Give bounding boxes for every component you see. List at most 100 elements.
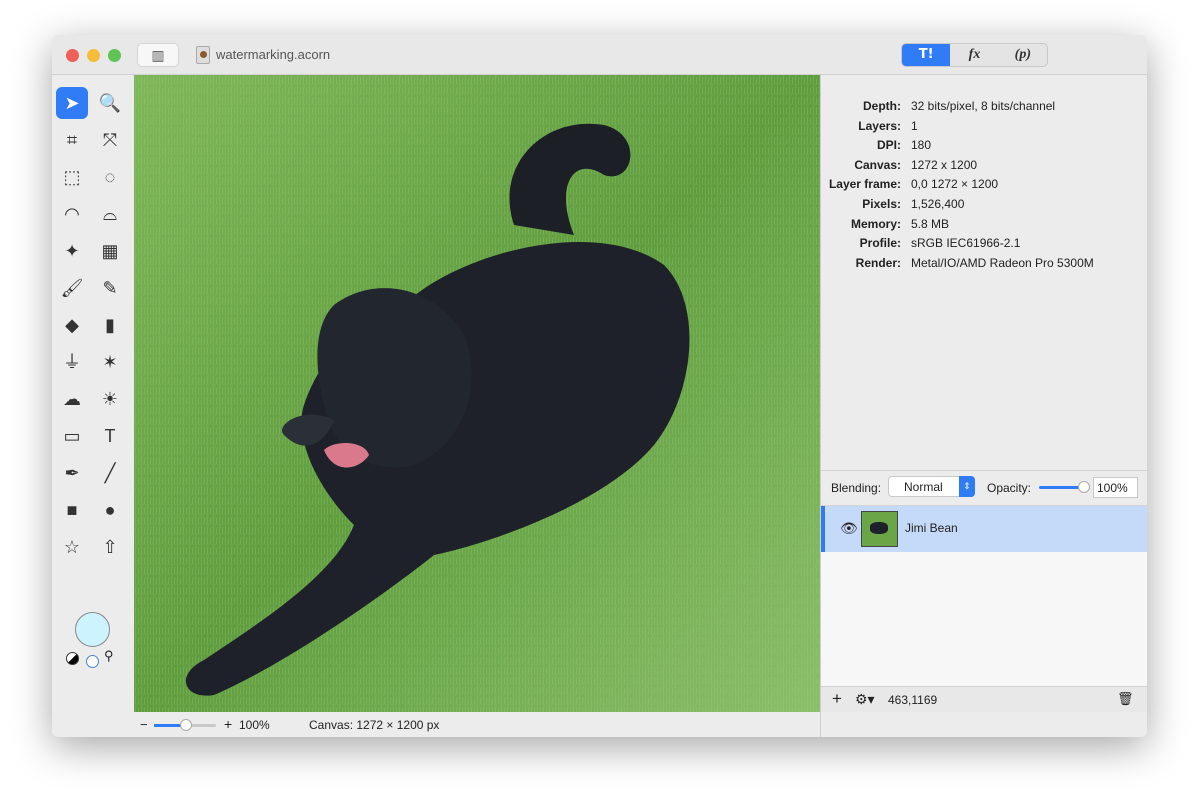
info-row: Profile: sRGB IEC61966-2.1 (821, 234, 1147, 254)
zoom-in-button[interactable]: + (224, 716, 232, 732)
pen-icon: ✒ (64, 463, 80, 483)
smudge-tool[interactable]: ✶ (94, 346, 126, 378)
brightness-tool[interactable]: ☀ (94, 383, 126, 415)
background-color-well[interactable] (86, 655, 99, 668)
info-row: Canvas: 1272 x 1200 (821, 156, 1147, 176)
info-key: Render: (855, 255, 901, 270)
info-value: 32 bits/pixel, 8 bits/channel (911, 99, 1056, 113)
blending-value: Normal (904, 480, 943, 494)
arrow-icon: ⇧ (102, 537, 118, 557)
cloud-tool[interactable]: ☁ (56, 383, 88, 415)
layer-row[interactable]: 👁 Jimi Bean (821, 506, 1147, 552)
info-value: Metal/IO/AMD Radeon Pro 5300M (911, 255, 1094, 270)
close-button[interactable] (66, 49, 79, 62)
pen-tool[interactable]: ✒ (56, 457, 88, 489)
eraser-tool[interactable]: ▮ (94, 309, 126, 341)
sidebar-toggle-button[interactable]: ▥ (137, 43, 179, 67)
opacity-slider-knob[interactable] (1078, 481, 1090, 493)
gradient-tool[interactable]: ▭ (56, 420, 88, 452)
line-tool[interactable]: ╱ (94, 457, 126, 489)
zoom-slider-knob[interactable] (180, 719, 192, 731)
trash-icon[interactable]: 🗑 (1117, 691, 1134, 707)
info-key: Depth: (863, 99, 901, 113)
status-bar: − + 100% Canvas: 1272 × 1200 px (134, 712, 820, 737)
zoom-button[interactable] (108, 49, 121, 62)
transform-tool[interactable]: ⤧ (94, 124, 126, 156)
pencil-tool[interactable]: ✎ (94, 272, 126, 304)
info-row: Layers: 1 (821, 117, 1147, 137)
document-icon (196, 46, 210, 64)
tab-properties[interactable]: (p) (999, 44, 1047, 66)
instant-alpha-tool[interactable]: ▦ (94, 235, 126, 267)
select-arrow-icon: ➤ (64, 93, 80, 113)
rectangle-tool[interactable]: ■ (56, 494, 88, 526)
star-tool[interactable]: ☆ (56, 531, 88, 563)
line-icon: ╱ (104, 463, 116, 483)
rectangle-icon: ■ (66, 500, 78, 520)
paint-bucket-tool[interactable]: ◆ (56, 309, 88, 341)
magic-wand-icon: ✦ (64, 241, 80, 261)
transform-icon: ⤧ (102, 130, 118, 150)
crop-tool[interactable]: ⌗ (56, 124, 88, 156)
eraser-icon: ▮ (105, 315, 115, 335)
image-canvas[interactable] (134, 75, 820, 712)
inspector-tabs: T! fx (p) (901, 43, 1048, 67)
polygon-lasso-tool[interactable]: ⌓ (94, 198, 126, 230)
info-row: Render: Metal/IO/AMD Radeon Pro 5300M (821, 254, 1147, 274)
gear-menu-icon[interactable]: ⚙▾ (855, 691, 875, 708)
sidebar-icon: ▥ (151, 47, 165, 63)
cloud-icon: ☁ (63, 389, 81, 409)
blending-select[interactable]: Normal ⇕ (888, 476, 975, 497)
text-icon: T (104, 426, 116, 446)
tab-fx[interactable]: fx (950, 44, 998, 66)
gradient-icon: ▭ (63, 426, 81, 446)
lasso-tool[interactable]: ◠ (56, 198, 88, 230)
info-key: Profile: (859, 236, 901, 251)
tab-tools[interactable]: T! (902, 44, 951, 66)
layers-list: 👁 Jimi Bean (821, 506, 1147, 686)
layer-name: Jimi Bean (905, 521, 958, 535)
window-title: watermarking.acorn (216, 47, 331, 62)
opacity-field[interactable]: 100% (1093, 477, 1138, 498)
eye-icon[interactable]: 👁 (840, 520, 858, 537)
text-tool[interactable]: T (94, 420, 126, 452)
brightness-icon: ☀ (101, 389, 119, 409)
info-row: Layer frame: 0,0 1272 × 1200 (821, 175, 1147, 195)
brush-icon: 🖌 (60, 278, 84, 298)
crop-icon: ⌗ (66, 130, 78, 150)
swap-colors-icon[interactable] (66, 652, 79, 665)
opacity-label: Opacity: (987, 481, 1032, 495)
info-row: Pixels: 1,526,400 (821, 195, 1147, 215)
color-picker-icon[interactable]: ⚲ (104, 648, 114, 664)
info-value: 1,526,400 (911, 196, 965, 211)
rect-select-tool[interactable]: ⬚ (56, 161, 88, 193)
ellipse-select-icon: ◌ (104, 167, 116, 187)
select-arrow-tool[interactable]: ➤ (56, 87, 88, 119)
color-well[interactable] (75, 612, 110, 647)
polygon-lasso-icon: ⌓ (102, 204, 118, 224)
magic-wand-tool[interactable]: ✦ (56, 235, 88, 267)
dog-photo (134, 75, 820, 712)
opacity-slider[interactable] (1039, 481, 1090, 493)
oval-icon: ● (104, 500, 116, 520)
minimize-button[interactable] (87, 49, 100, 62)
info-row: Memory: 5.8 MB (821, 215, 1147, 235)
info-key: Memory: (850, 216, 901, 231)
stamp-tool[interactable]: ⏚ (56, 346, 88, 378)
info-value: 1272 x 1200 (911, 157, 978, 172)
ellipse-select-tool[interactable]: ◌ (94, 161, 126, 193)
app-window: ▥ watermarking.acorn T! fx (p) ⚲ ➤ 🔍 ⌗ ⤧ ⬚ ◌ ◠… (52, 35, 1147, 737)
add-layer-button[interactable]: + (832, 689, 842, 709)
arrow-tool[interactable]: ⇧ (94, 531, 126, 563)
chevron-updown-icon: ⇕ (959, 476, 975, 497)
rect-select-icon: ⬚ (63, 167, 81, 187)
oval-tool[interactable]: ● (94, 494, 126, 526)
paint-bucket-icon: ◆ (65, 315, 79, 335)
zoom-slider[interactable] (154, 719, 216, 731)
zoom-out-button[interactable]: − (140, 717, 148, 732)
info-key: DPI: (877, 138, 901, 153)
zoom-tool[interactable]: 🔍 (94, 87, 126, 119)
brush-tool[interactable]: 🖌 (56, 272, 88, 304)
info-value: 1 (911, 118, 918, 133)
instant-alpha-icon: ▦ (101, 241, 119, 261)
